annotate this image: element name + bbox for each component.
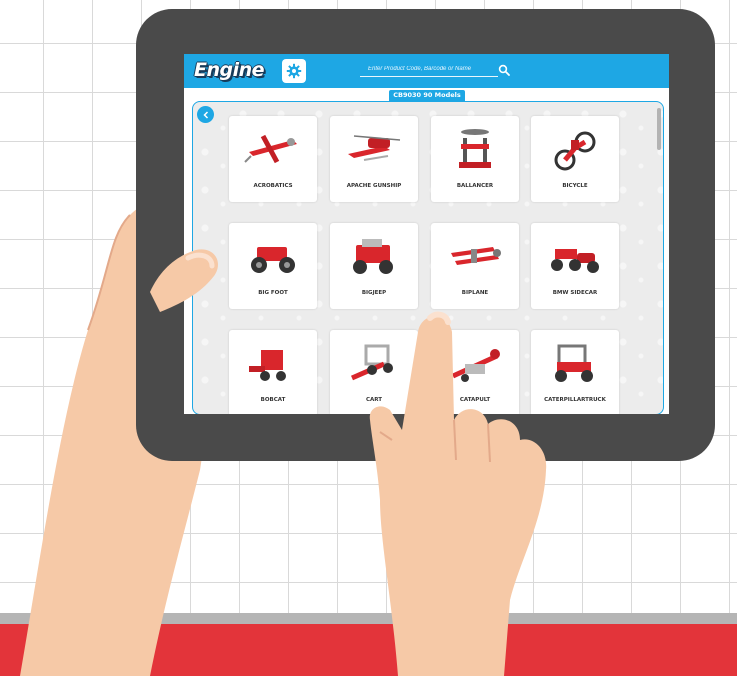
app-screen: Engine CB9030 9 (184, 54, 669, 414)
model-label: APACHE GUNSHIP (346, 183, 402, 189)
model-image-bicycle (554, 131, 596, 171)
engine-logo[interactable]: Engine (194, 57, 265, 83)
model-card[interactable]: BIGJEEP (330, 223, 418, 309)
scrollbar[interactable] (657, 108, 661, 150)
model-image-bobcat (249, 350, 286, 381)
model-image-catapult (451, 349, 500, 382)
model-image-bmw-sidecar (551, 249, 599, 273)
model-label: BOBCAT (260, 397, 286, 403)
model-label: CATAPULT (459, 397, 491, 403)
model-label: CART (365, 397, 383, 403)
model-image-acrobatics (244, 134, 297, 164)
model-label: CATERPILLARTRUCK (544, 397, 606, 403)
model-card[interactable]: CATAPULT (431, 330, 519, 414)
models-panel: ACROBATICS APACHE GUNSHIP BALLANCER BICY… (192, 101, 664, 414)
model-label: BIG FOOT (258, 290, 288, 296)
back-button[interactable] (197, 106, 214, 123)
model-card[interactable]: BIG FOOT (229, 223, 317, 309)
model-card[interactable]: BICYCLE (531, 116, 619, 202)
search-input[interactable] (360, 62, 498, 77)
model-image-caterpillartruck (555, 344, 593, 382)
model-image-apache-gunship (348, 135, 401, 161)
model-label: BICYCLE (562, 183, 588, 189)
model-card[interactable]: CART (330, 330, 418, 414)
model-image-big-foot (251, 247, 295, 273)
model-image-biplane (451, 247, 501, 265)
model-card[interactable]: BALLANCER (431, 116, 519, 202)
chevron-left-icon (202, 110, 208, 119)
gear-icon (286, 63, 302, 79)
collection-title: CB9030 90 Models (389, 90, 465, 101)
model-card[interactable]: BMW SIDECAR (531, 223, 619, 309)
model-card[interactable]: BOBCAT (229, 330, 317, 414)
model-image-ballancer (459, 129, 491, 168)
model-card[interactable]: CATERPILLARTRUCK (531, 330, 619, 414)
model-card[interactable]: BIPLANE (431, 223, 519, 309)
model-label: BALLANCER (456, 183, 494, 189)
model-label: BIPLANE (461, 290, 489, 296)
model-label: BIGJEEP (361, 290, 387, 296)
settings-button[interactable] (282, 59, 306, 83)
model-label: ACROBATICS (253, 183, 293, 189)
red-floor (0, 624, 737, 676)
model-label: BMW SIDECAR (552, 290, 598, 296)
model-card[interactable]: ACROBATICS (229, 116, 317, 202)
model-image-bigjeep (353, 239, 393, 274)
model-card[interactable]: APACHE GUNSHIP (330, 116, 418, 202)
search-icon[interactable] (498, 64, 510, 76)
top-bar: Engine (184, 54, 669, 88)
model-image-cart (350, 344, 393, 381)
